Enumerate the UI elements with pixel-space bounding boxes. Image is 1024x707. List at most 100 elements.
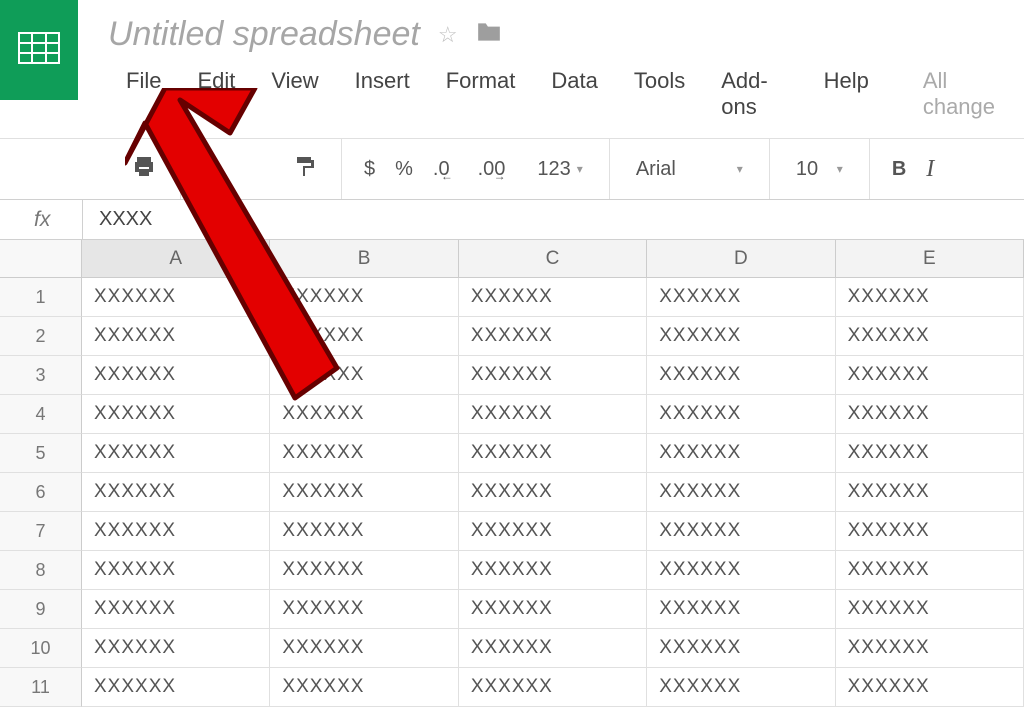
cell[interactable]: XXXXXX: [82, 629, 270, 668]
menu-file[interactable]: File: [108, 62, 179, 126]
cell[interactable]: XXXXXX: [270, 668, 458, 707]
row-header[interactable]: 7: [0, 512, 82, 551]
format-currency-button[interactable]: $: [354, 158, 385, 181]
menu-tools[interactable]: Tools: [616, 62, 703, 126]
cell[interactable]: XXXXXX: [270, 356, 458, 395]
cell[interactable]: XXXXXX: [270, 590, 458, 629]
italic-button[interactable]: I: [916, 156, 944, 183]
star-icon[interactable]: ☆: [438, 22, 458, 48]
font-size-dropdown[interactable]: 10▾: [782, 158, 857, 181]
cell[interactable]: XXXXXX: [82, 434, 270, 473]
row-header[interactable]: 5: [0, 434, 82, 473]
row-header[interactable]: 8: [0, 551, 82, 590]
cell[interactable]: XXXXXX: [82, 356, 270, 395]
cell[interactable]: XXXXXX: [459, 317, 647, 356]
paint-format-button[interactable]: [281, 145, 329, 193]
sheets-logo[interactable]: [0, 0, 78, 100]
cell[interactable]: XXXXXX: [270, 434, 458, 473]
chevron-down-icon: ▾: [577, 162, 583, 176]
cell[interactable]: XXXXXX: [836, 356, 1024, 395]
cell[interactable]: XXXXXX: [647, 434, 835, 473]
cell[interactable]: XXXXXX: [82, 551, 270, 590]
cell[interactable]: XXXXXX: [270, 278, 458, 317]
menu-view[interactable]: View: [253, 62, 336, 126]
column-header-a[interactable]: A: [82, 240, 270, 278]
cell[interactable]: XXXXXX: [270, 395, 458, 434]
cell[interactable]: XXXXXX: [82, 512, 270, 551]
column-header-d[interactable]: D: [647, 240, 835, 278]
cell[interactable]: XXXXXX: [82, 590, 270, 629]
row-header[interactable]: 9: [0, 590, 82, 629]
cell[interactable]: XXXXXX: [459, 668, 647, 707]
cell[interactable]: XXXXXX: [836, 512, 1024, 551]
cell[interactable]: XXXXXX: [647, 668, 835, 707]
menu-insert[interactable]: Insert: [337, 62, 428, 126]
cell[interactable]: XXXXXX: [459, 395, 647, 434]
print-button[interactable]: [120, 145, 168, 193]
column-header-b[interactable]: B: [270, 240, 458, 278]
cell[interactable]: XXXXXX: [82, 473, 270, 512]
cell[interactable]: XXXXXX: [459, 629, 647, 668]
row-header[interactable]: 6: [0, 473, 82, 512]
cell[interactable]: XXXXXX: [836, 668, 1024, 707]
row-header[interactable]: 3: [0, 356, 82, 395]
cell[interactable]: XXXXXX: [836, 278, 1024, 317]
cell[interactable]: XXXXXX: [459, 356, 647, 395]
cell[interactable]: XXXXXX: [82, 278, 270, 317]
menu-format[interactable]: Format: [428, 62, 534, 126]
format-percent-button[interactable]: %: [385, 158, 423, 181]
cell[interactable]: XXXXXX: [836, 551, 1024, 590]
cell[interactable]: XXXXXX: [459, 473, 647, 512]
cell[interactable]: XXXXXX: [647, 551, 835, 590]
font-family-dropdown[interactable]: Arial▾: [622, 158, 757, 181]
cell[interactable]: XXXXXX: [647, 590, 835, 629]
cell[interactable]: XXXXXX: [459, 278, 647, 317]
menu-edit[interactable]: Edit: [179, 62, 253, 126]
menu-addons[interactable]: Add-ons: [703, 62, 805, 126]
row-header[interactable]: 2: [0, 317, 82, 356]
cell[interactable]: XXXXXX: [459, 434, 647, 473]
cell[interactable]: XXXXXX: [647, 629, 835, 668]
column-header-c[interactable]: C: [459, 240, 647, 278]
cell[interactable]: XXXXXX: [836, 629, 1024, 668]
cell[interactable]: XXXXXX: [270, 629, 458, 668]
cell[interactable]: XXXXXX: [270, 317, 458, 356]
cell[interactable]: XXXXXX: [270, 512, 458, 551]
cell[interactable]: XXXXXX: [82, 317, 270, 356]
cell[interactable]: XXXXXX: [82, 668, 270, 707]
folder-icon[interactable]: [476, 21, 502, 49]
cell[interactable]: XXXXXX: [459, 512, 647, 551]
bold-button[interactable]: B: [882, 158, 916, 181]
cell[interactable]: XXXXXX: [82, 395, 270, 434]
cell[interactable]: XXXXXX: [836, 473, 1024, 512]
cell[interactable]: XXXXXX: [459, 551, 647, 590]
row-header[interactable]: 11: [0, 668, 82, 707]
row-header[interactable]: 4: [0, 395, 82, 434]
cell[interactable]: XXXXXX: [647, 356, 835, 395]
menu-help[interactable]: Help: [806, 62, 887, 126]
formula-bar: fx: [0, 200, 1024, 240]
cell[interactable]: XXXXXX: [836, 434, 1024, 473]
cell[interactable]: XXXXXX: [647, 317, 835, 356]
increase-decimal-button[interactable]: .00→: [468, 158, 516, 181]
menu-data[interactable]: Data: [533, 62, 615, 126]
table-row: 6XXXXXXXXXXXXXXXXXXXXXXXXXXXXXX: [0, 473, 1024, 512]
cell[interactable]: XXXXXX: [270, 551, 458, 590]
document-title[interactable]: Untitled spreadsheet: [108, 15, 420, 54]
cell[interactable]: XXXXXX: [270, 473, 458, 512]
more-formats-dropdown[interactable]: 123▾: [523, 158, 596, 181]
select-all-corner[interactable]: [0, 240, 82, 278]
cell[interactable]: XXXXXX: [647, 395, 835, 434]
formula-input[interactable]: [83, 208, 1024, 231]
cell[interactable]: XXXXXX: [647, 278, 835, 317]
cell[interactable]: XXXXXX: [459, 590, 647, 629]
column-header-e[interactable]: E: [836, 240, 1024, 278]
cell[interactable]: XXXXXX: [836, 317, 1024, 356]
decrease-decimal-button[interactable]: .0←: [423, 158, 460, 181]
row-header[interactable]: 1: [0, 278, 82, 317]
cell[interactable]: XXXXXX: [836, 395, 1024, 434]
row-header[interactable]: 10: [0, 629, 82, 668]
cell[interactable]: XXXXXX: [836, 590, 1024, 629]
cell[interactable]: XXXXXX: [647, 473, 835, 512]
cell[interactable]: XXXXXX: [647, 512, 835, 551]
